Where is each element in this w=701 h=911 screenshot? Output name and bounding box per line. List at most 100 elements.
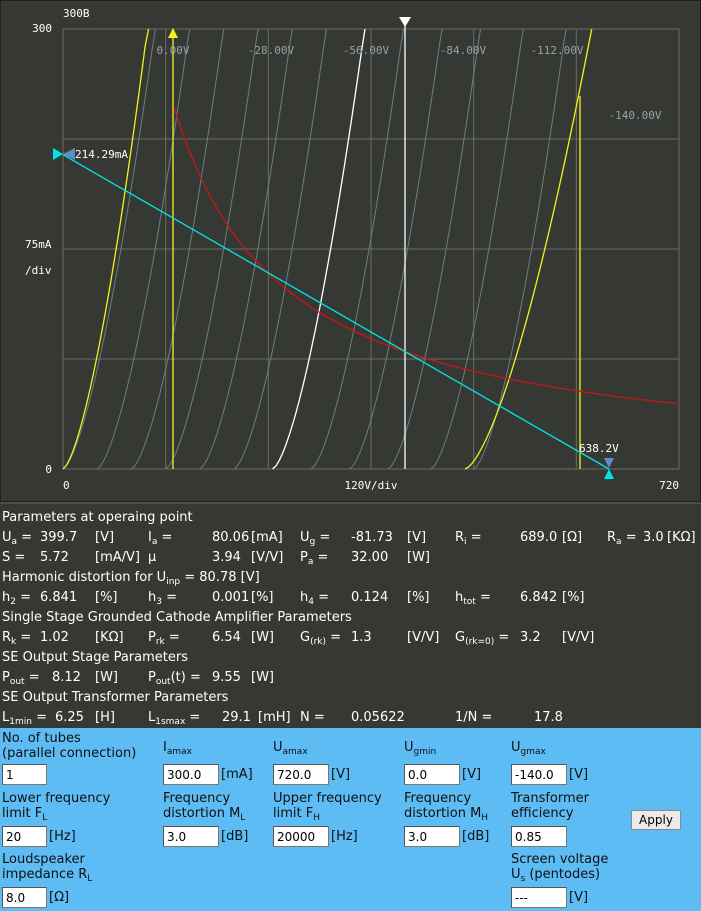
rl-label: Loudspeaker impedance RL	[2, 852, 93, 884]
plate-curves	[62, 23, 678, 470]
s-label: S =	[2, 550, 26, 565]
s-value: 5.72	[40, 550, 69, 565]
h4-label: h4 =	[300, 590, 330, 607]
prk-label: Prk =	[148, 630, 180, 647]
fl-label: Lower frequency limit FL	[2, 791, 111, 823]
poutt-label: Pout(t) =	[148, 670, 201, 687]
eff-label: Transformer efficiency	[511, 791, 590, 821]
ia-value: 80.06	[212, 530, 250, 545]
ugmin-label: Ugmin	[404, 740, 437, 757]
pa-value: 32.00	[351, 550, 389, 565]
input-form: No. of tubes (parallel connection) Iamax …	[0, 728, 701, 911]
us-unit: [V]	[569, 890, 589, 905]
load-line-voltage-label: 638.2V	[579, 442, 619, 455]
prk-unit: [W]	[251, 630, 274, 645]
x-zero-label: 0	[63, 479, 70, 492]
grk0-value: 3.2	[520, 630, 541, 645]
ri-unit: [Ω]	[562, 530, 583, 545]
ri-label: Ri =	[455, 530, 482, 547]
n-label: N =	[300, 710, 325, 725]
curve-label-1: -28.00V	[248, 44, 295, 57]
ua-label: Ua =	[2, 530, 33, 547]
grk-value: 1.3	[351, 630, 372, 645]
harmonic-header: Harmonic distortion for Uinp = 80.78 [V]	[2, 570, 260, 587]
transformer-header: SE Output Transformer Parameters	[2, 690, 229, 705]
h3-value: 0.001	[212, 590, 250, 605]
l1smax-value: 29.1	[222, 710, 251, 725]
eff-input[interactable]	[511, 826, 567, 847]
ug-unit: [V]	[407, 530, 427, 545]
prk-value: 6.54	[212, 630, 241, 645]
load-line-current-marker[interactable]	[53, 148, 63, 160]
ra-value: 3.0	[643, 530, 664, 545]
ug-label: Ug =	[300, 530, 331, 547]
x-div-label: 120V/div	[345, 479, 398, 492]
uamax-input[interactable]	[273, 764, 329, 785]
ml-input[interactable]	[163, 826, 219, 847]
htot-label: htot =	[455, 590, 491, 607]
ri-value: 689.0	[520, 530, 558, 545]
pout-value: 8.12	[52, 670, 81, 685]
x-max-label: 720	[659, 479, 679, 492]
grk-unit: [V/V]	[407, 630, 440, 645]
load-line-voltage-marker[interactable]	[604, 469, 614, 479]
l1smax-label: L1smax =	[148, 710, 201, 727]
pout-unit: [W]	[95, 670, 118, 685]
curve-label-5: -140.00V	[609, 109, 662, 122]
uamax-unit: [V]	[331, 767, 351, 782]
apply-button[interactable]: Apply	[631, 810, 681, 830]
pa-label: Pa =	[300, 550, 329, 567]
ua-unit: [V]	[95, 530, 115, 545]
ra-unit: [KΩ]	[667, 530, 696, 545]
ml-label: Frequency distortion ML	[163, 791, 246, 823]
y-max-label: 300	[32, 22, 52, 35]
iamax-input[interactable]	[163, 764, 219, 785]
l1min-value: 6.25	[55, 710, 84, 725]
htot-value: 6.842	[520, 590, 558, 605]
ugmin-input[interactable]	[404, 764, 460, 785]
poutt-unit: [W]	[251, 670, 274, 685]
h4-value: 0.124	[351, 590, 389, 605]
mu-unit: [V/V]	[251, 550, 284, 565]
fh-unit: [Hz]	[331, 829, 358, 844]
grk0-label: G(rk=0) =	[455, 630, 510, 647]
ug-value: -81.73	[351, 530, 393, 545]
fh-label: Upper frequency limit FH	[273, 791, 382, 823]
plate-characteristics-plot[interactable]: 300B 300 0 75mA /div 0 120V/div 720 0.00…	[0, 0, 701, 502]
mu-label: μ	[148, 550, 157, 565]
operating-point-marker-icon[interactable]	[399, 17, 411, 27]
operating-point-header: Parameters at operaing point	[2, 510, 193, 525]
rl-unit: [Ω]	[49, 890, 70, 905]
htot-unit: [%]	[562, 590, 585, 605]
us-input[interactable]	[511, 887, 567, 908]
mh-input[interactable]	[404, 826, 460, 847]
inv-n-value: 17.8	[534, 710, 563, 725]
fh-input[interactable]	[273, 826, 329, 847]
ugmax-unit: [V]	[569, 767, 589, 782]
fl-input[interactable]	[2, 826, 47, 847]
mu-value: 3.94	[212, 550, 241, 565]
se-output-header: SE Output Stage Parameters	[2, 650, 188, 665]
ia-unit: [mA]	[251, 530, 283, 545]
rk-label: Rk =	[2, 630, 32, 647]
s-unit: [mA/V]	[95, 550, 140, 565]
grk0-unit: [V/V]	[562, 630, 595, 645]
plot-canvas[interactable]: 300B 300 0 75mA /div 0 120V/div 720 0.00…	[1, 1, 701, 503]
single-stage-header: Single Stage Grounded Cathode Amplifier …	[2, 610, 352, 625]
load-line	[62, 154, 610, 470]
ugmax-label: Ugmax	[511, 740, 546, 757]
ugmax-input[interactable]	[511, 764, 567, 785]
curve-label-3: -84.00V	[440, 44, 487, 57]
pout-label: Pout =	[2, 670, 40, 687]
ml-unit: [dB]	[221, 829, 249, 844]
h2-value: 6.841	[40, 590, 78, 605]
y-zero-label: 0	[45, 463, 52, 476]
inv-n-label: 1/N =	[455, 710, 493, 725]
h3-label: h3 =	[148, 590, 178, 607]
iamax-unit: [mA]	[221, 767, 253, 782]
rl-input[interactable]	[2, 887, 47, 908]
iamax-label: Iamax	[163, 740, 192, 757]
ia-label: Ia =	[148, 530, 173, 547]
l1smax-unit: [mH]	[258, 710, 291, 725]
tubes-input[interactable]	[2, 764, 47, 785]
